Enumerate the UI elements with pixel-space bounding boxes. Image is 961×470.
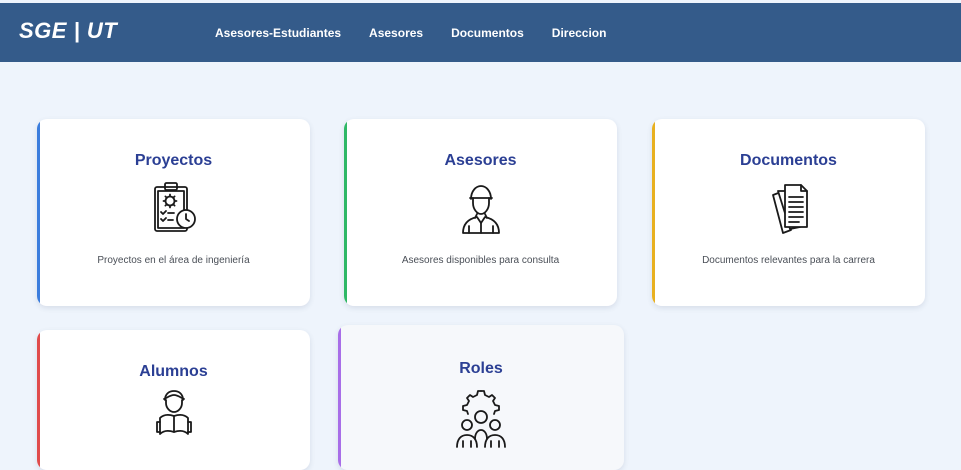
student-reading-icon: [152, 388, 196, 438]
card-documentos[interactable]: Documentos Documentos relevantes para la…: [652, 119, 925, 306]
documents-stack-icon: [763, 181, 815, 235]
card-accent: [344, 119, 347, 306]
brand-logo[interactable]: SGE | UT: [19, 18, 117, 44]
nav-link-asesores[interactable]: Asesores: [369, 26, 423, 40]
nav-links: Asesores-Estudiantes Asesores Documentos…: [215, 3, 634, 62]
card-asesores[interactable]: Asesores Asesores disponibles para consu…: [344, 119, 617, 306]
nav-link-documentos[interactable]: Documentos: [451, 26, 524, 40]
card-alumnos[interactable]: Alumnos: [37, 330, 310, 470]
card-accent: [37, 119, 40, 306]
card-roles[interactable]: Roles: [338, 325, 624, 470]
clipboard-gear-clock-icon: [148, 181, 200, 235]
card-title: Asesores: [444, 152, 517, 169]
nav-link-direccion[interactable]: Direccion: [552, 26, 607, 40]
card-description: Proyectos en el área de ingeniería: [97, 255, 250, 266]
card-title: Alumnos: [139, 363, 208, 380]
card-title: Proyectos: [134, 152, 213, 169]
card-accent: [652, 119, 655, 306]
card-description: Documentos relevantes para la carrera: [702, 255, 875, 266]
card-proyectos[interactable]: Proyectos Proyectos en el área de ingeni…: [37, 119, 310, 306]
roles-team-gear-icon: [453, 387, 509, 453]
nav-link-asesores-estudiantes[interactable]: Asesores-Estudiantes: [215, 26, 341, 40]
card-title: Roles: [459, 360, 503, 377]
card-title: Documentos: [740, 152, 837, 169]
card-accent: [37, 330, 40, 470]
card-accent: [338, 325, 341, 470]
card-description: Asesores disponibles para consulta: [401, 255, 560, 266]
navbar: SGE | UT Asesores-Estudiantes Asesores D…: [0, 3, 961, 62]
advisor-person-icon: [455, 181, 507, 235]
